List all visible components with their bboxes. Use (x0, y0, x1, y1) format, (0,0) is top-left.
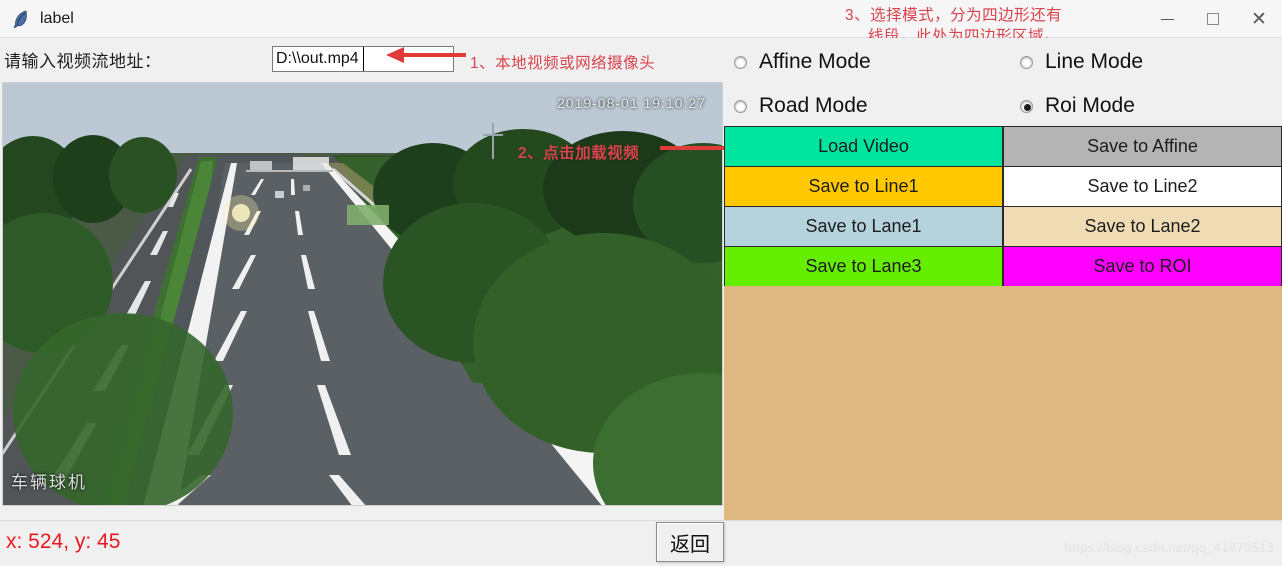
mode-radio-group: Affine Mode Line Mode Road Mode Roi Mode (724, 38, 1282, 126)
url-label: 请输入视频流地址： (4, 51, 162, 71)
back-button[interactable]: 返回 (656, 522, 724, 562)
watermark-text: https://blog.csdn.net/qq_41979513 (1064, 540, 1274, 555)
save-to-lane2-button[interactable]: Save to Lane2 (1003, 207, 1282, 247)
save-to-affine-button[interactable]: Save to Affine (1003, 127, 1282, 167)
save-to-lane3-button[interactable]: Save to Lane3 (724, 247, 1003, 287)
close-icon[interactable]: ✕ (1236, 0, 1282, 38)
maximize-button[interactable] (1190, 0, 1236, 38)
radio-road-mode[interactable]: Road Mode (734, 94, 868, 118)
save-to-line1-button[interactable]: Save to Line1 (724, 167, 1003, 207)
window-controls: ✕ (1144, 0, 1282, 38)
radio-roi-mode[interactable]: Roi Mode (1020, 94, 1135, 118)
load-video-button[interactable]: Load Video (724, 127, 1003, 167)
canvas-panel[interactable] (724, 286, 1282, 520)
annotation-note-1: 1、本地视频或网络摄像头 (470, 55, 656, 72)
save-to-lane1-button[interactable]: Save to Lane1 (724, 207, 1003, 247)
minimize-button[interactable] (1144, 0, 1190, 38)
radio-label-road: Road Mode (759, 94, 868, 117)
radio-dot-affine-icon (734, 55, 747, 69)
save-to-line2-button[interactable]: Save to Line2 (1003, 167, 1282, 207)
feather-icon (10, 8, 32, 30)
radio-label-roi: Roi Mode (1045, 94, 1135, 117)
cursor-coordinates: x: 524, y: 45 (6, 530, 121, 553)
save-to-roi-button[interactable]: Save to ROI (1003, 247, 1282, 287)
radio-dot-road-icon (734, 99, 747, 113)
action-button-grid: Load Video Save to Affine Save to Line1 … (724, 126, 1282, 287)
radio-affine-mode[interactable]: Affine Mode (734, 50, 871, 74)
annotation-note-3-line1: 3、选择模式，分为四边形还有 (845, 7, 1063, 24)
window-title: label (40, 9, 74, 27)
annotation-note-2: 2、点击加载视频 (518, 145, 640, 162)
radio-label-line: Line Mode (1045, 50, 1144, 73)
radio-dot-line-icon (1020, 55, 1033, 69)
text-caret (363, 47, 364, 71)
radio-label-affine: Affine Mode (759, 50, 871, 73)
title-bar: label ✕ (0, 0, 1282, 38)
radio-line-mode[interactable]: Line Mode (1020, 50, 1143, 74)
radio-dot-roi-icon (1020, 99, 1033, 113)
annotation-arrow-1 (386, 47, 466, 63)
video-timestamp: 2019-08-01 19:10:27 (557, 95, 706, 111)
camera-label: 车辆球机 (11, 473, 87, 492)
app-window: label ✕ 请输入视频流地址： 1、本地视频或网络摄像头 3、选择模式，分为… (0, 0, 1282, 566)
